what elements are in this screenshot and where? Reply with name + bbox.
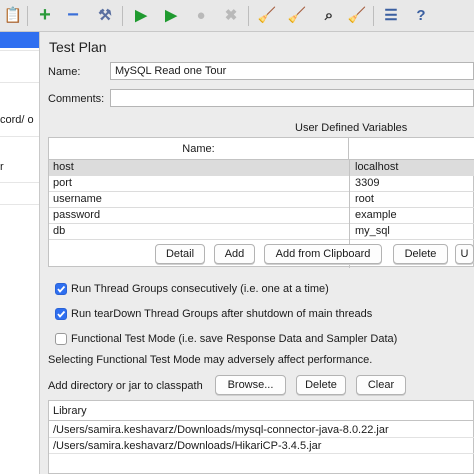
serialize-thread-groups-option[interactable]: Run Thread Groups consecutively (i.e. on… [55, 281, 329, 297]
variable-name: password [53, 209, 101, 221]
tree-item-selected[interactable] [0, 32, 39, 48]
tree-item-listener[interactable]: r [0, 159, 4, 175]
add-icon[interactable]: + [34, 4, 56, 26]
functional-mode-warning: Selecting Functional Test Mode may adver… [48, 354, 373, 366]
variable-value: my_sql [355, 225, 390, 237]
reset-search-broom-icon[interactable]: 🧹 [346, 4, 368, 26]
variable-value: localhost [355, 161, 399, 173]
variable-name: port [53, 177, 72, 189]
functional-test-mode-option[interactable]: Functional Test Mode (i.e. save Response… [55, 331, 397, 347]
column-header-value[interactable] [349, 138, 474, 160]
remove-icon[interactable]: − [62, 4, 84, 26]
column-header-name[interactable]: Name: [49, 138, 349, 160]
teardown-checkbox[interactable] [55, 308, 67, 320]
table-row[interactable]: password example [49, 208, 474, 224]
variable-value: example [355, 209, 397, 221]
search-binoculars-icon[interactable]: ⌕ [318, 4, 340, 26]
delete-classpath-button[interactable]: Delete [296, 375, 346, 395]
tree-divider [0, 50, 39, 51]
tree-item-jdbc-request[interactable]: cord/ o [0, 112, 34, 128]
tree-divider [0, 82, 39, 83]
tree-divider [0, 182, 39, 183]
stop-icon[interactable]: ● [190, 4, 212, 26]
delete-variable-button[interactable]: Delete [393, 244, 448, 264]
function-helper-icon[interactable]: ☰ [380, 4, 402, 26]
serialize-checkbox[interactable] [55, 283, 67, 295]
classpath-label: Add directory or jar to classpath [48, 380, 203, 392]
test-plan-panel: Test Plan Name: MySQL Read one Tour Comm… [41, 32, 474, 474]
browse-button[interactable]: Browse... [215, 375, 286, 395]
toolbar-separator [373, 6, 374, 26]
help-icon[interactable]: ? [410, 4, 432, 26]
list-item[interactable]: /Users/samira.keshavarz/Downloads/Hikari… [49, 438, 474, 454]
shutdown-icon[interactable]: ✖ [220, 4, 242, 26]
name-field[interactable]: MySQL Read one Tour [110, 62, 474, 80]
library-column-header[interactable]: Library [49, 401, 474, 421]
table-row[interactable]: port 3309 [49, 176, 474, 192]
serialize-label: Run Thread Groups consecutively (i.e. on… [71, 283, 329, 295]
toolbar: 📋 + − ⚒ ▶ ▶ ● ✖ 🧹 🧹 ⌕ 🧹 ☰? [0, 0, 474, 32]
variable-value: 3309 [355, 177, 380, 189]
table-row[interactable]: username root [49, 192, 474, 208]
variable-name: username [53, 193, 102, 205]
tree-divider [0, 136, 39, 137]
toolbar-separator [248, 6, 249, 26]
test-plan-tree[interactable]: cord/ o r [0, 32, 40, 474]
detail-button[interactable]: Detail [155, 244, 205, 264]
name-label: Name: [48, 66, 81, 78]
toggle-icon[interactable]: ⚒ [94, 4, 116, 26]
templates-icon[interactable]: 📋 [2, 4, 24, 26]
add-button[interactable]: Add [214, 244, 255, 264]
add-from-clipboard-button[interactable]: Add from Clipboard [264, 244, 382, 264]
teardown-option[interactable]: Run tearDown Thread Groups after shutdow… [55, 306, 372, 322]
variable-value: root [355, 193, 374, 205]
start-icon[interactable]: ▶ [130, 4, 152, 26]
classpath-library-list[interactable]: Library /Users/samira.keshavarz/Download… [48, 400, 474, 474]
comments-field[interactable] [110, 89, 474, 107]
variable-name: host [53, 161, 74, 173]
clear-all-icon[interactable]: 🧹 [286, 4, 308, 26]
functional-test-mode-checkbox[interactable] [55, 333, 67, 345]
toolbar-separator [122, 6, 123, 26]
start-no-pauses-icon[interactable]: ▶ [160, 4, 182, 26]
functional-test-mode-label: Functional Test Mode (i.e. save Response… [71, 333, 398, 345]
tree-divider [0, 204, 39, 205]
list-item[interactable]: /Users/samira.keshavarz/Downloads/mysql-… [49, 422, 474, 438]
comments-label: Comments: [48, 93, 105, 105]
table-row[interactable]: host localhost [49, 160, 474, 176]
up-button[interactable]: U [455, 244, 474, 264]
clear-button[interactable]: Clear [356, 375, 406, 395]
variable-name: db [53, 225, 66, 237]
teardown-label: Run tearDown Thread Groups after shutdow… [71, 308, 373, 320]
toolbar-separator [27, 6, 28, 26]
page-title: Test Plan [49, 39, 107, 55]
table-row[interactable]: db my_sql [49, 224, 474, 240]
clear-icon[interactable]: 🧹 [256, 4, 278, 26]
user-defined-variables-title: User Defined Variables [295, 122, 408, 134]
